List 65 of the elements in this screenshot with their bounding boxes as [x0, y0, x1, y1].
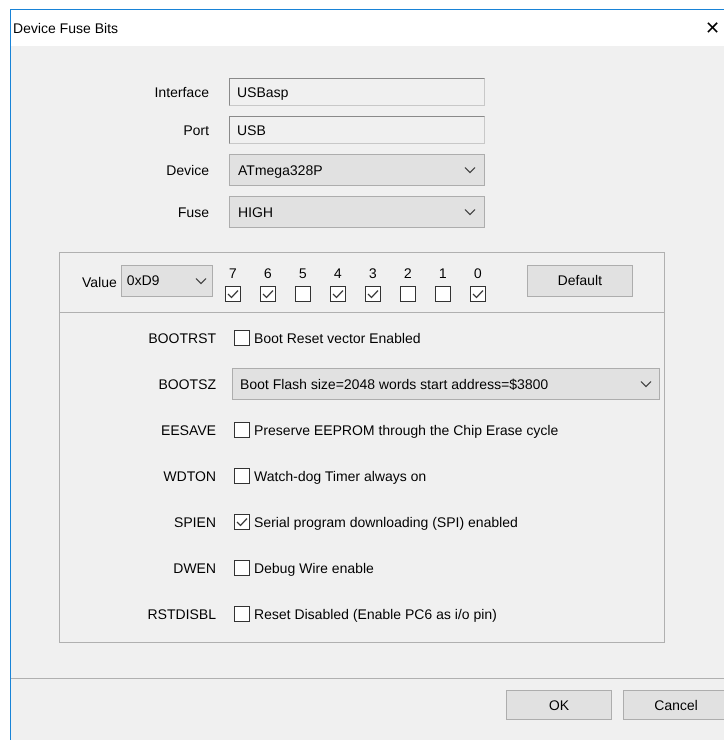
- checkbox[interactable]: [470, 286, 486, 302]
- dropdown[interactable]: ATmega328P: [229, 154, 485, 186]
- check-icon: [262, 289, 274, 299]
- fuse-name: RSTDISBL: [146, 604, 216, 624]
- field-label: Interface: [154, 82, 209, 102]
- dropdown-value: HIGH: [238, 202, 273, 222]
- dialog-button[interactable]: Cancel: [623, 690, 724, 720]
- checkbox-label: Serial program downloading (SPI) enabled: [254, 512, 518, 532]
- check-icon: [366, 289, 379, 299]
- checkbox[interactable]: [364, 286, 381, 302]
- close-button[interactable]: ✕: [705, 14, 720, 42]
- checkbox-label: Boot Reset vector Enabled: [254, 328, 421, 348]
- bit-number: 3: [368, 264, 377, 283]
- dropdown-value: 0xD9: [126, 271, 160, 290]
- dropdown[interactable]: HIGH: [229, 196, 485, 228]
- checkbox[interactable]: [294, 286, 311, 302]
- checkbox-label: Debug Wire enable: [254, 558, 374, 578]
- checkbox[interactable]: [234, 468, 250, 484]
- check-icon: [226, 289, 239, 299]
- checkbox[interactable]: [234, 330, 250, 346]
- fuse-name: SPIEN: [172, 512, 216, 532]
- chevron-down-icon: [640, 380, 652, 388]
- bit-number: 2: [404, 264, 412, 283]
- default-button[interactable]: Default: [526, 264, 633, 296]
- window-title: Device Fuse Bits: [13, 18, 118, 38]
- bit-number: 5: [298, 264, 307, 283]
- dropdown-value: ATmega328P: [238, 160, 323, 180]
- checkbox[interactable]: [434, 286, 451, 302]
- chevron-down-icon: [464, 208, 476, 216]
- dialog-button[interactable]: OK: [506, 690, 612, 720]
- checkbox[interactable]: [234, 422, 250, 438]
- checkbox[interactable]: [234, 606, 250, 622]
- bit-number: 6: [264, 264, 272, 283]
- fuse-name: BOOTSZ: [157, 374, 216, 394]
- bit-number: 1: [438, 264, 447, 283]
- checkbox-label: Reset Disabled (Enable PC6 as i/o pin): [254, 604, 497, 624]
- checkbox[interactable]: [234, 514, 250, 530]
- bit-number: 7: [228, 264, 237, 283]
- check-icon: [332, 289, 344, 299]
- fuse-name: BOOTRST: [147, 328, 216, 348]
- checkbox[interactable]: [330, 286, 346, 302]
- checkbox-label: Preserve EEPROM through the Chip Erase cycle: [254, 420, 558, 440]
- check-icon: [236, 517, 248, 527]
- chevron-down-icon: [464, 166, 476, 174]
- chevron-down-icon: [194, 276, 207, 284]
- dropdown-value: Boot Flash size=2048 words start address=$3800: [240, 374, 548, 394]
- value-dropdown[interactable]: 0xD9: [120, 264, 213, 296]
- checkbox[interactable]: [260, 286, 276, 302]
- checkbox[interactable]: [224, 286, 241, 302]
- text-field[interactable]: USB: [229, 116, 485, 144]
- dropdown[interactable]: Boot Flash size=2048 words start address=$3800: [232, 368, 660, 400]
- bit-number: 0: [474, 264, 482, 283]
- checkbox[interactable]: [400, 286, 416, 302]
- checkbox[interactable]: [234, 560, 250, 576]
- fuse-name: EESAVE: [160, 420, 216, 440]
- fuse-name: DWEN: [172, 558, 216, 578]
- fuse-name: WDTON: [162, 466, 216, 486]
- checkbox-label: Watch-dog Timer always on: [254, 466, 426, 486]
- field-label: Fuse: [176, 202, 209, 222]
- field-label: Port: [182, 120, 209, 140]
- bit-number: 4: [334, 264, 342, 283]
- field-label: Device: [165, 160, 209, 180]
- value-label: Value: [82, 273, 117, 292]
- check-icon: [472, 289, 484, 299]
- text-field[interactable]: USBasp: [229, 78, 485, 106]
